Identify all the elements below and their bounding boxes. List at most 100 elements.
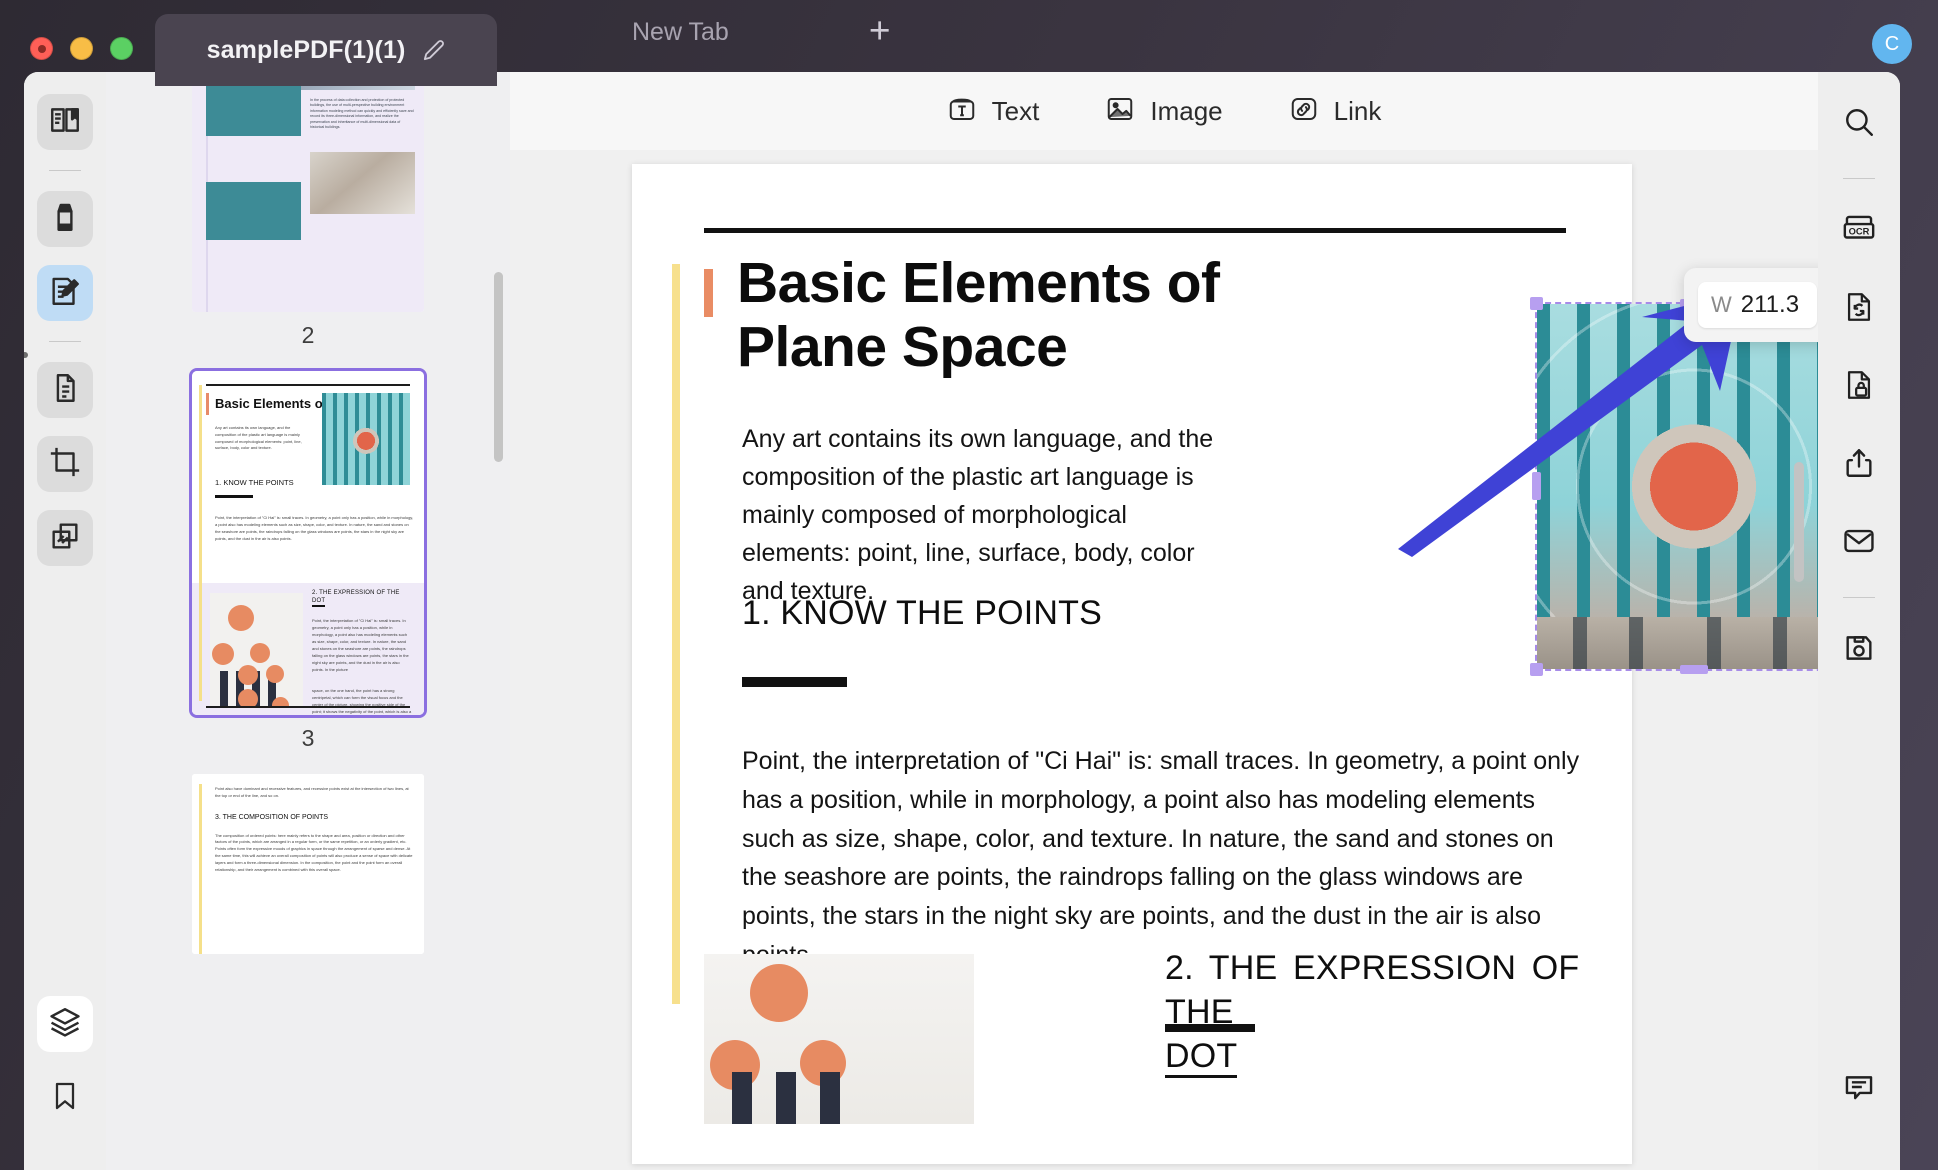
thumbnail-content: The practical results show that through … [192, 72, 424, 312]
thumbnail-intro: Any art contains its own language, and t… [215, 425, 311, 451]
divider [1843, 597, 1875, 598]
document-pencil-icon [48, 274, 82, 313]
thumbnail-page-3[interactable]: Basic Elements of Plane Space Any art co… [192, 371, 424, 774]
file-lock-icon [1842, 368, 1876, 407]
close-window-button[interactable] [30, 37, 53, 60]
thumbnail-teal-block-2 [206, 182, 301, 240]
sidebar-item-convert[interactable] [1831, 281, 1887, 337]
resize-handle-bottom-center[interactable] [1680, 665, 1708, 674]
sidebar-item-share[interactable] [1831, 437, 1887, 493]
minimize-window-button[interactable] [70, 37, 93, 60]
page-orange-accent [206, 393, 209, 415]
thumbnail-para-1: Point, the interpretation of "Ci Hai" is… [215, 515, 415, 542]
new-tab-label[interactable]: New Tab [632, 18, 729, 69]
sidebar-item-edit-tool[interactable] [37, 265, 93, 321]
left-toolbar [24, 72, 106, 1170]
sidebar-item-highlight-tool[interactable] [37, 191, 93, 247]
thumbnail-preview: The practical results show that through … [192, 72, 424, 312]
image-streak [1773, 617, 1787, 669]
link-chain-icon [1289, 94, 1319, 129]
thumbnail-page-number: 3 [192, 715, 424, 774]
toolbar-add-link[interactable]: Link [1289, 94, 1382, 129]
sidebar-item-layers-panel[interactable] [37, 996, 93, 1052]
left-toolbar-bottom [37, 996, 93, 1170]
resize-handle-bottom-left[interactable] [1530, 663, 1543, 676]
image-streak [1707, 617, 1721, 669]
selected-image[interactable] [1537, 304, 1818, 669]
page-heading-rule [742, 677, 847, 687]
share-upload-icon [1842, 446, 1876, 485]
app-window: samplePDF(1)(1) New Tab + C [0, 0, 1938, 1170]
width-field[interactable]: W 211.3 [1698, 282, 1817, 328]
sidebar-item-bookmarks-panel[interactable] [37, 1070, 93, 1126]
image-streak [1629, 617, 1643, 669]
avatar[interactable]: C [1872, 24, 1912, 64]
thumbnail-photo-dots [210, 593, 303, 708]
thumbnail-scrollbar[interactable] [494, 272, 503, 462]
sidebar-item-organize-pages[interactable] [37, 362, 93, 418]
page-yellow-bar [672, 264, 680, 1004]
maximize-window-button[interactable] [110, 37, 133, 60]
thumbnail-photo-blueprint [310, 152, 415, 214]
page-heading-1: 1. KNOW THE POINTS [742, 594, 1102, 633]
page-bottom-rule [206, 706, 410, 708]
thumbnail-page-number: 2 [192, 312, 424, 371]
page-intro-paragraph: Any art contains its own language, and t… [742, 420, 1222, 610]
thumbnail-preview: Point also have dominant and recessive f… [192, 774, 424, 954]
sidebar-item-reader-view[interactable] [37, 94, 93, 150]
sidebar-item-protect[interactable] [1831, 359, 1887, 415]
page-photo-dots[interactable] [704, 954, 974, 1124]
floppy-save-icon [1842, 631, 1876, 670]
sidebar-item-search[interactable] [1831, 96, 1887, 152]
right-toolbar-bottom [1831, 1062, 1887, 1170]
toolbar-add-image[interactable]: Image [1105, 94, 1222, 129]
toolbar-add-image-label: Image [1150, 96, 1222, 127]
image-size-popup[interactable]: W 211.3 H 240.8 [1684, 268, 1818, 342]
document-tab[interactable]: samplePDF(1)(1) [155, 14, 497, 86]
sidebar-item-email[interactable] [1831, 515, 1887, 571]
tab-title: samplePDF(1)(1) [207, 36, 406, 65]
thumbnail-panel[interactable]: The practical results show that through … [106, 72, 510, 1170]
search-icon [1842, 105, 1876, 144]
sidebar-item-comments[interactable] [1831, 1062, 1887, 1118]
sidebar-item-crop-page[interactable] [37, 436, 93, 492]
svg-text:OCR: OCR [1849, 226, 1870, 236]
thumbnail-side-text: In the process of data collection and pr… [310, 98, 415, 130]
resize-handle-middle-left[interactable] [1532, 472, 1541, 500]
toolbar-add-text-label: Text [992, 96, 1040, 127]
divider [49, 170, 81, 171]
sidebar-item-ocr[interactable]: OCR [1831, 203, 1887, 259]
pdf-page[interactable]: Basic Elements of Plane Space Any art co… [632, 164, 1632, 1164]
width-value[interactable]: 211.3 [1741, 291, 1799, 319]
pencil-icon[interactable] [423, 39, 445, 61]
image-streak [1573, 617, 1587, 669]
highlighter-icon [48, 200, 82, 239]
thumbnail-para-3: space, on the one hand, the point has a … [312, 687, 412, 715]
thumbnail-heading-2: 2. THE EXPRESSION OF THE DOT [312, 589, 412, 607]
plus-icon[interactable]: + [869, 12, 891, 75]
panel-resize-handle[interactable] [24, 352, 28, 358]
crop-icon [48, 445, 82, 484]
book-open-icon [48, 103, 82, 142]
main-window: The practical results show that through … [24, 72, 1900, 1170]
thumbnail-preview: Basic Elements of Plane Space Any art co… [192, 371, 424, 715]
width-label: W [1711, 292, 1732, 318]
resize-handle-top-left[interactable] [1530, 297, 1543, 310]
thumbnail-page-4[interactable]: Point also have dominant and recessive f… [192, 774, 424, 954]
thumbnail-content: Basic Elements of Plane Space Any art co… [192, 371, 424, 715]
sidebar-item-save[interactable] [1831, 622, 1887, 678]
page-top-rule [704, 228, 1566, 233]
image-icon [1105, 94, 1135, 129]
envelope-icon [1842, 524, 1876, 563]
thumbnail-page-2[interactable]: The practical results show that through … [192, 72, 424, 371]
window-controls [0, 37, 155, 86]
toolbar-add-text[interactable]: Text [947, 94, 1040, 129]
thumbnail-lower-section: 2. THE EXPRESSION OF THE DOT Point, the … [192, 583, 424, 715]
document-scrollbar[interactable] [1794, 462, 1804, 582]
divider [49, 341, 81, 342]
sidebar-item-compress[interactable] [37, 510, 93, 566]
page-copy-icon [48, 371, 82, 410]
page-title: Basic Elements of Plane Space [737, 252, 1297, 380]
thumbnail-para-2: Point, the interpretation of "Ci Hai" is… [312, 617, 412, 673]
thumbnail-heading-rule [215, 495, 253, 499]
